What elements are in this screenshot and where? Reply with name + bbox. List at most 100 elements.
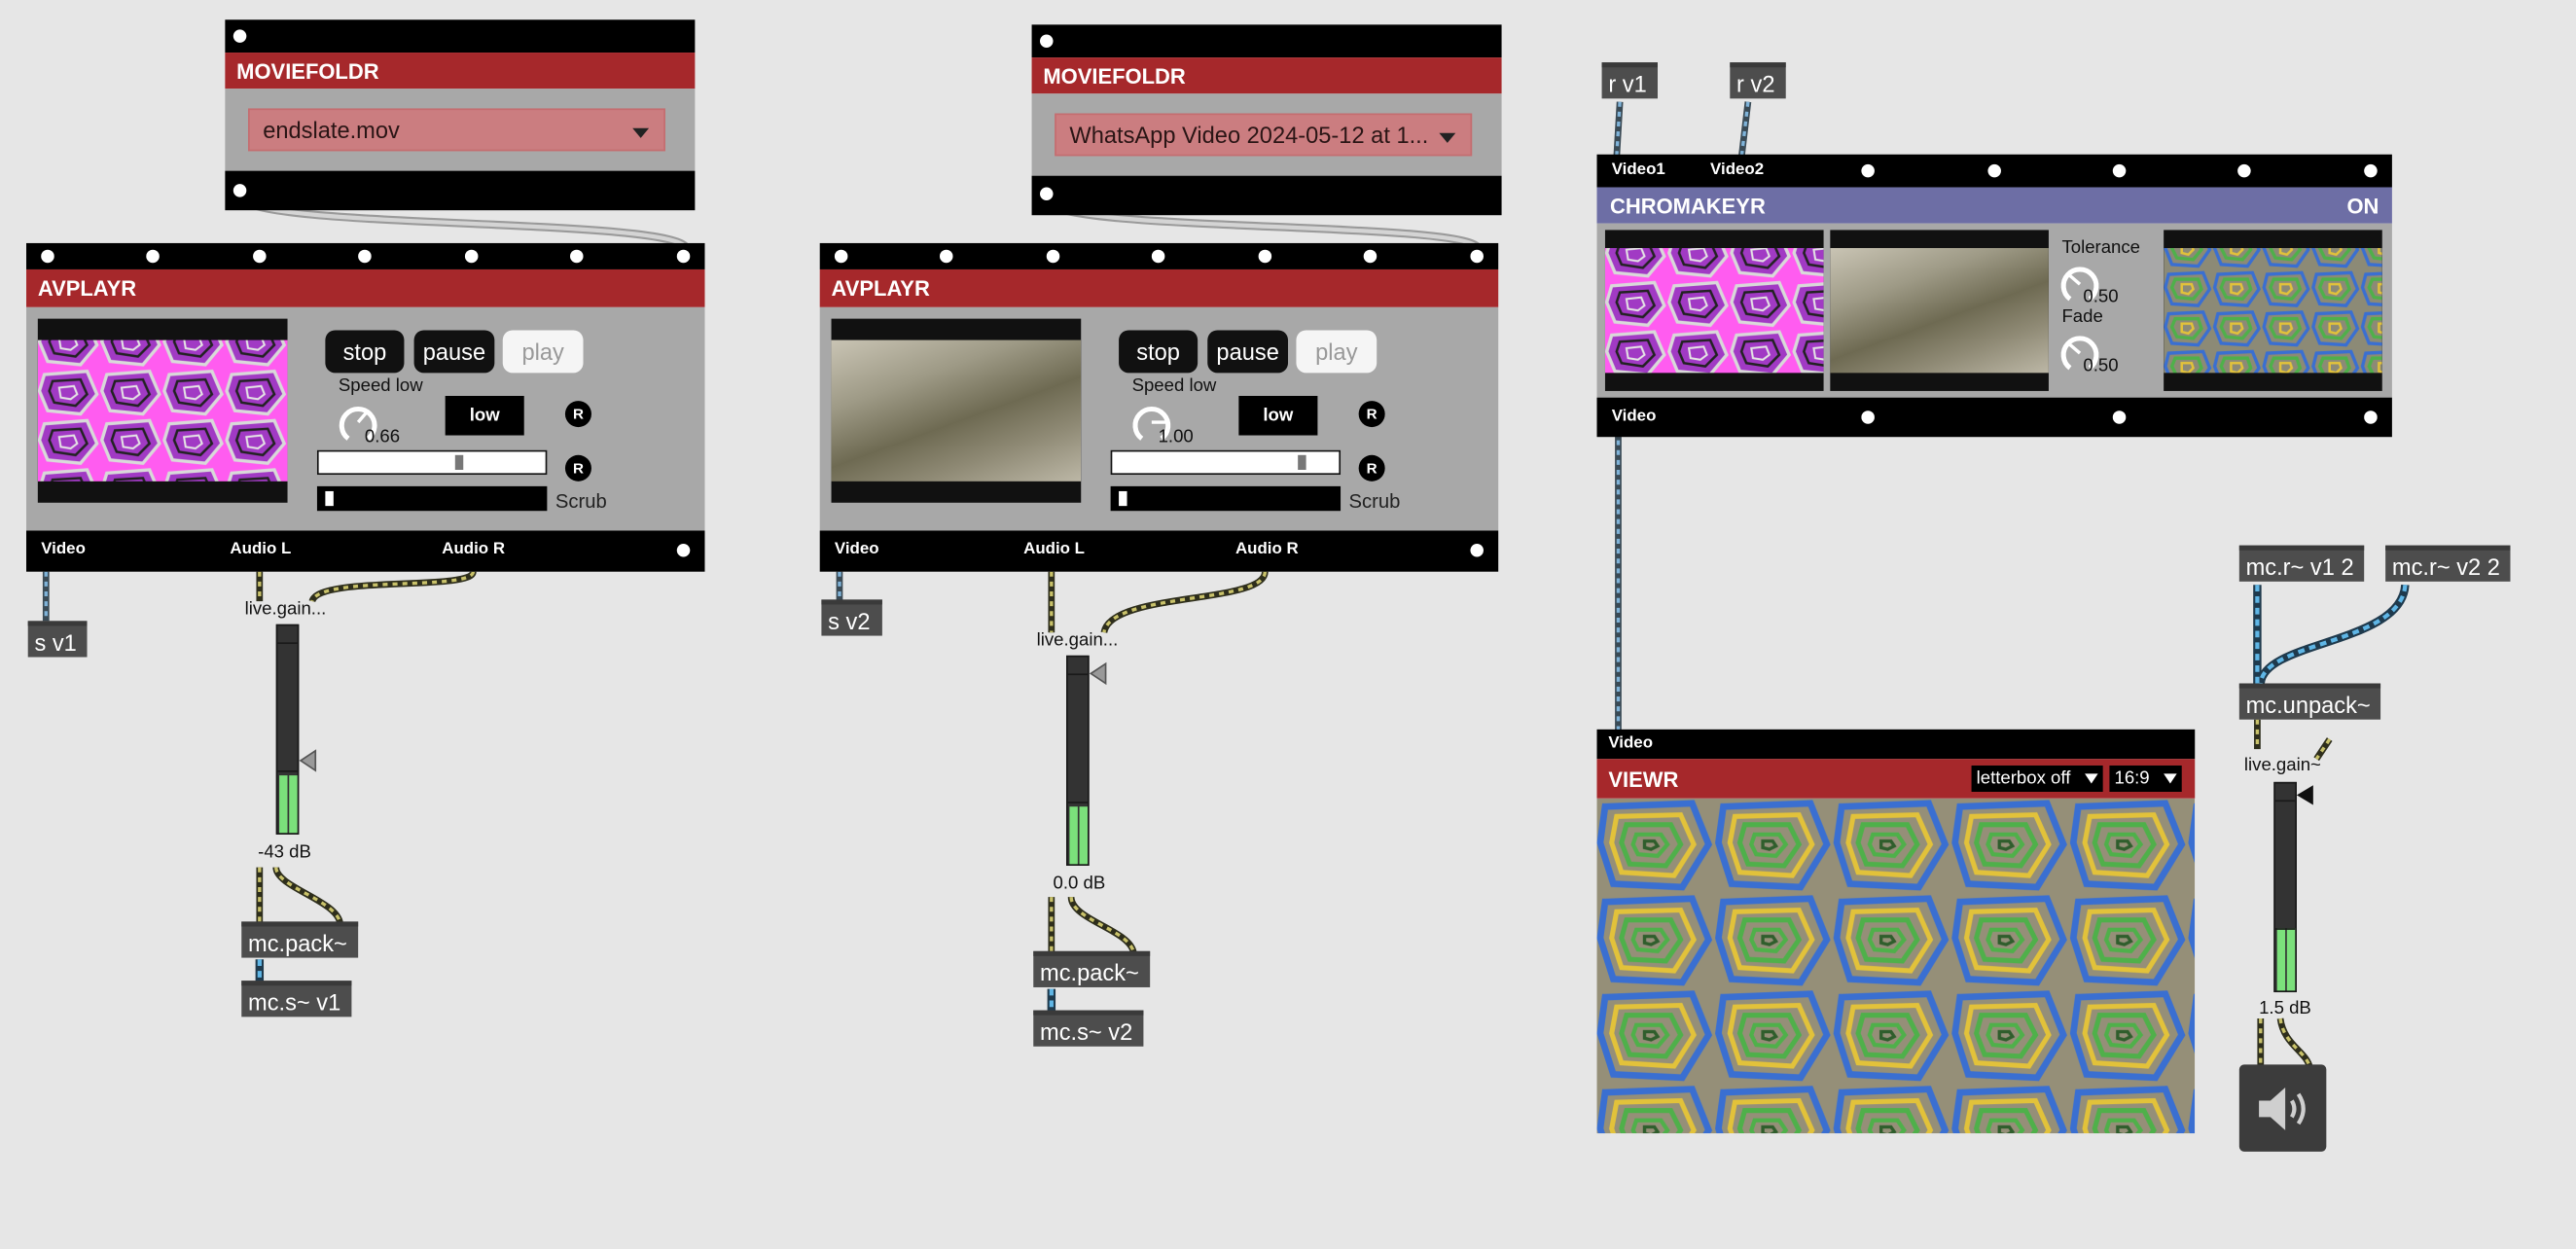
movie-file-menu[interactable]: WhatsApp Video 2024-05-12 at 1...	[1055, 113, 1473, 157]
outlet-bar	[1031, 175, 1502, 216]
inlet[interactable]	[233, 29, 247, 43]
viewr: Video VIEWR letterbox off 16:9	[1596, 729, 2196, 1134]
avplayr-1: AVPLAYR stop pause play Speed low 0.66 l…	[26, 242, 705, 572]
inlet[interactable]	[1861, 163, 1875, 178]
mc-send-object[interactable]: mc.s~ v2	[1033, 1010, 1144, 1047]
chromakeyr-status[interactable]: ON	[2346, 193, 2379, 217]
gain-meter[interactable]	[2273, 781, 2297, 993]
outlet[interactable]	[676, 543, 691, 557]
speed-value: 1.00	[1158, 427, 1194, 447]
gain-meter[interactable]	[1066, 655, 1090, 866]
inlet[interactable]	[1151, 249, 1165, 264]
play-button[interactable]: play	[502, 330, 584, 374]
chromakeyr-header: CHROMAKEYR ON	[1596, 187, 2392, 224]
reset-button[interactable]: R	[1358, 401, 1385, 428]
stop-button[interactable]: stop	[1119, 330, 1199, 374]
mc-receive-object[interactable]: mc.r~ v2 2	[2385, 545, 2511, 582]
speed-mode-toggle[interactable]: low	[1238, 396, 1318, 436]
outlet[interactable]	[1040, 187, 1054, 201]
movie-file-selected: WhatsApp Video 2024-05-12 at 1...	[1069, 121, 1429, 148]
patcher-canvas: MOVIEFOLDR endslate.mov MOVIEFOLDR Whats…	[0, 0, 2576, 1248]
receive-object[interactable]: r v2	[1730, 62, 1786, 99]
inlet[interactable]	[939, 249, 953, 264]
aspect-menu[interactable]: 16:9	[2109, 765, 2182, 793]
fade-value: 0.50	[2083, 356, 2119, 376]
movie-file-menu[interactable]: endslate.mov	[248, 108, 665, 152]
inlet[interactable]	[1046, 249, 1060, 264]
speed-mode-toggle[interactable]: low	[445, 396, 524, 436]
inlet[interactable]	[570, 249, 584, 264]
chevron-down-icon	[2164, 773, 2177, 784]
speed-slider[interactable]	[1110, 449, 1342, 476]
gain-value: 1.5 dB	[2259, 998, 2311, 1019]
inlet[interactable]	[834, 249, 848, 264]
speed-slider[interactable]	[316, 449, 548, 476]
inlet[interactable]	[146, 249, 160, 264]
speed-label: Speed low	[338, 375, 423, 397]
outlet[interactable]	[233, 184, 247, 197]
gain-slider-arrow-icon[interactable]	[1089, 661, 1109, 686]
viewr-header: VIEWR	[1596, 759, 2196, 799]
mc-pack-object[interactable]: mc.pack~	[241, 921, 359, 958]
speaker-icon	[2258, 1087, 2305, 1130]
letterbox-menu[interactable]: letterbox off	[1971, 765, 2103, 793]
audio-output-button[interactable]	[2238, 1064, 2327, 1152]
outlet-bar	[26, 530, 705, 572]
inlet[interactable]	[358, 249, 372, 264]
gain-meter[interactable]	[275, 624, 300, 835]
outlet-video-label: Video	[1611, 407, 1657, 426]
moviefoldr-title: MOVIEFOLDR	[1031, 57, 1502, 94]
outlet-bar	[1596, 397, 2392, 438]
inlet[interactable]	[676, 249, 691, 264]
inlet[interactable]	[2237, 163, 2251, 178]
video-preview	[831, 318, 1082, 503]
moviefoldr-body: endslate.mov	[225, 89, 696, 171]
inlet[interactable]	[253, 249, 267, 264]
gain-slider-arrow-icon[interactable]	[299, 749, 318, 772]
inlet[interactable]	[1470, 249, 1484, 264]
reset-button[interactable]: R	[1358, 454, 1385, 482]
inlet[interactable]	[1363, 249, 1377, 264]
reset-button[interactable]: R	[564, 454, 591, 482]
chromakeyr: Video1 Video2 CHROMAKEYR ON Tolerance 0.…	[1596, 154, 2392, 438]
stop-button[interactable]: stop	[325, 330, 405, 374]
play-button[interactable]: play	[1296, 330, 1377, 374]
inlet[interactable]	[41, 249, 54, 264]
tolerance-label: Tolerance	[2061, 237, 2141, 259]
outlet[interactable]	[1470, 543, 1484, 557]
gain-slider-arrow-icon[interactable]	[2295, 784, 2314, 807]
inlet[interactable]	[1040, 34, 1054, 48]
mc-receive-object[interactable]: mc.r~ v1 2	[2238, 545, 2365, 582]
moviefoldr-1: MOVIEFOLDR endslate.mov	[225, 19, 696, 211]
mc-unpack-object[interactable]: mc.unpack~	[2238, 683, 2381, 720]
pause-button[interactable]: pause	[413, 330, 495, 374]
scrub-bar[interactable]	[316, 485, 548, 512]
reset-button[interactable]: R	[564, 401, 591, 428]
send-object[interactable]: s v2	[821, 599, 882, 636]
outlet-audio-l-label: Audio L	[1023, 540, 1085, 559]
mc-send-object[interactable]: mc.s~ v1	[241, 981, 352, 1017]
input1-preview	[1604, 230, 1824, 391]
outlet[interactable]	[1861, 410, 1875, 424]
chromakeyr-body: Tolerance 0.50 Fade 0.50	[1596, 223, 2392, 398]
mc-pack-object[interactable]: mc.pack~	[1033, 950, 1151, 987]
video-preview	[37, 318, 288, 503]
avplayr-body: stop pause play Speed low 1.00 low R R S…	[819, 306, 1499, 531]
gain-label: live.gain~	[2243, 755, 2321, 776]
inlet[interactable]	[1258, 249, 1272, 264]
inlet[interactable]	[1987, 163, 2001, 178]
outlet-bar	[819, 530, 1499, 572]
avplayr-title: AVPLAYR	[26, 268, 705, 307]
outlet[interactable]	[2112, 410, 2127, 424]
inlet[interactable]	[464, 249, 479, 264]
scrub-bar[interactable]	[1110, 485, 1342, 512]
outlet[interactable]	[2364, 410, 2378, 424]
send-object[interactable]: s v1	[27, 621, 88, 658]
inlet-video2-label: Video2	[1710, 161, 1765, 180]
inlet[interactable]	[2364, 163, 2378, 178]
pause-button[interactable]: pause	[1207, 330, 1289, 374]
gain-value: 0.0 dB	[1053, 874, 1106, 894]
receive-object[interactable]: r v1	[1601, 62, 1658, 99]
inlet[interactable]	[2112, 163, 2127, 178]
inlet-video-label: Video	[1608, 733, 1654, 753]
